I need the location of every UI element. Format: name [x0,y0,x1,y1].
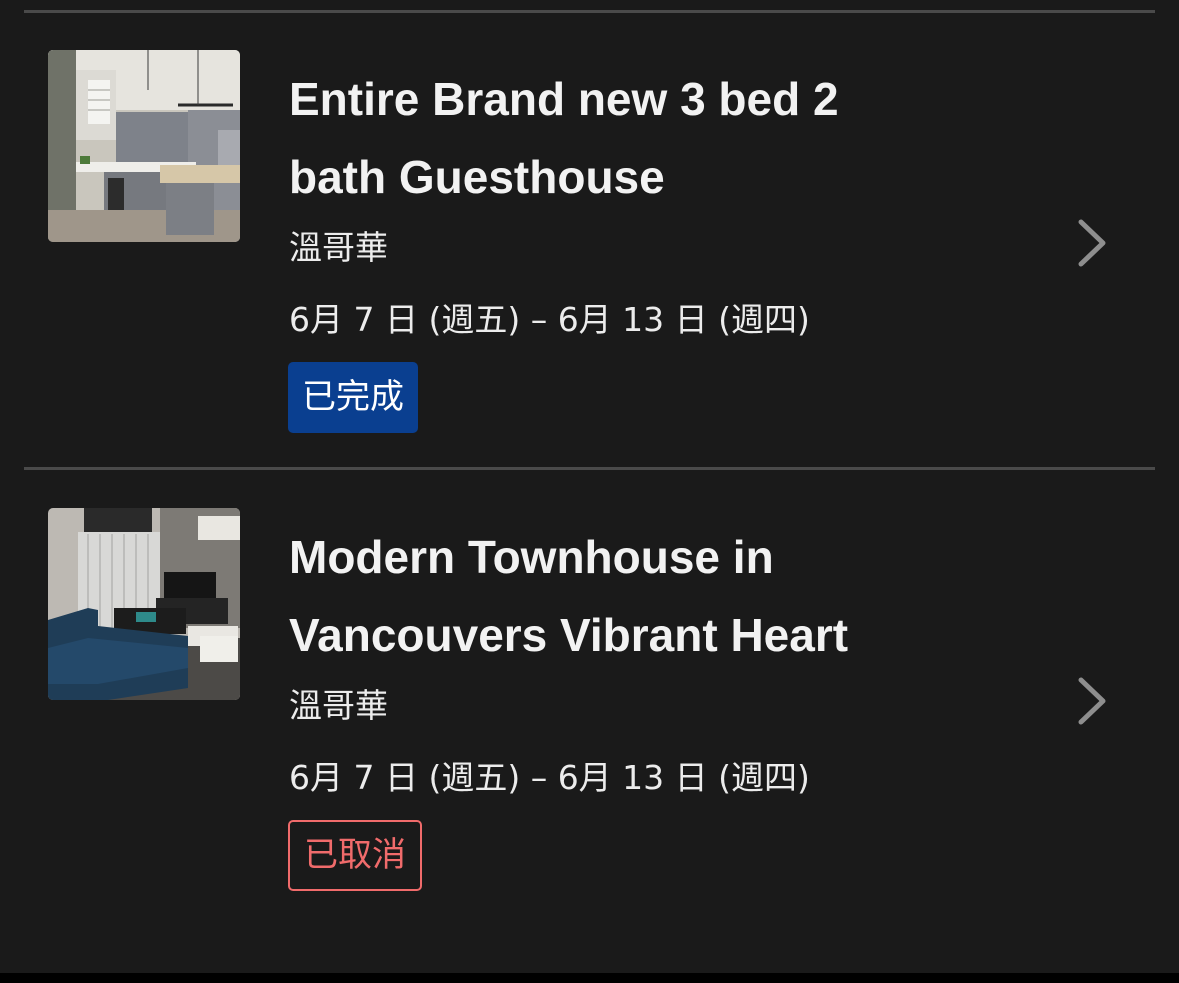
status-badge-completed: 已完成 [288,362,418,433]
booking-card-1[interactable]: Entire Brand new 3 bed 2 bath Guesthouse… [0,50,1179,460]
listing-title[interactable]: Entire Brand new 3 bed 2 bath Guesthouse [289,60,1009,216]
divider [24,467,1155,470]
bookings-screen: Entire Brand new 3 bed 2 bath Guesthouse… [0,0,1179,983]
divider [24,10,1155,13]
listing-thumbnail-living-room[interactable] [48,508,240,700]
booking-dates: 6月 7 日 (週五) – 6月 13 日 (週四) [289,758,810,797]
booking-dates: 6月 7 日 (週五) – 6月 13 日 (週四) [289,300,810,339]
listing-city: 溫哥華 [289,686,388,725]
booking-card-2[interactable]: Modern Townhouse in Vancouvers Vibrant H… [0,508,1179,918]
chevron-right-icon[interactable] [1070,676,1114,726]
listing-thumbnail-kitchen[interactable] [48,50,240,242]
chevron-right-icon[interactable] [1070,218,1114,268]
listing-city: 溫哥華 [289,228,388,267]
listing-title-line-1: Modern Townhouse in [289,531,774,583]
listing-title-line-2: bath Guesthouse [289,151,665,203]
listing-title-line-1: Entire Brand new 3 bed 2 [289,73,839,125]
bottom-bar [0,973,1179,983]
status-badge-cancelled: 已取消 [288,820,422,891]
living-room-photo [48,508,240,700]
listing-title[interactable]: Modern Townhouse in Vancouvers Vibrant H… [289,518,1009,674]
kitchen-photo [48,50,240,242]
listing-title-line-2: Vancouvers Vibrant Heart [289,609,849,661]
